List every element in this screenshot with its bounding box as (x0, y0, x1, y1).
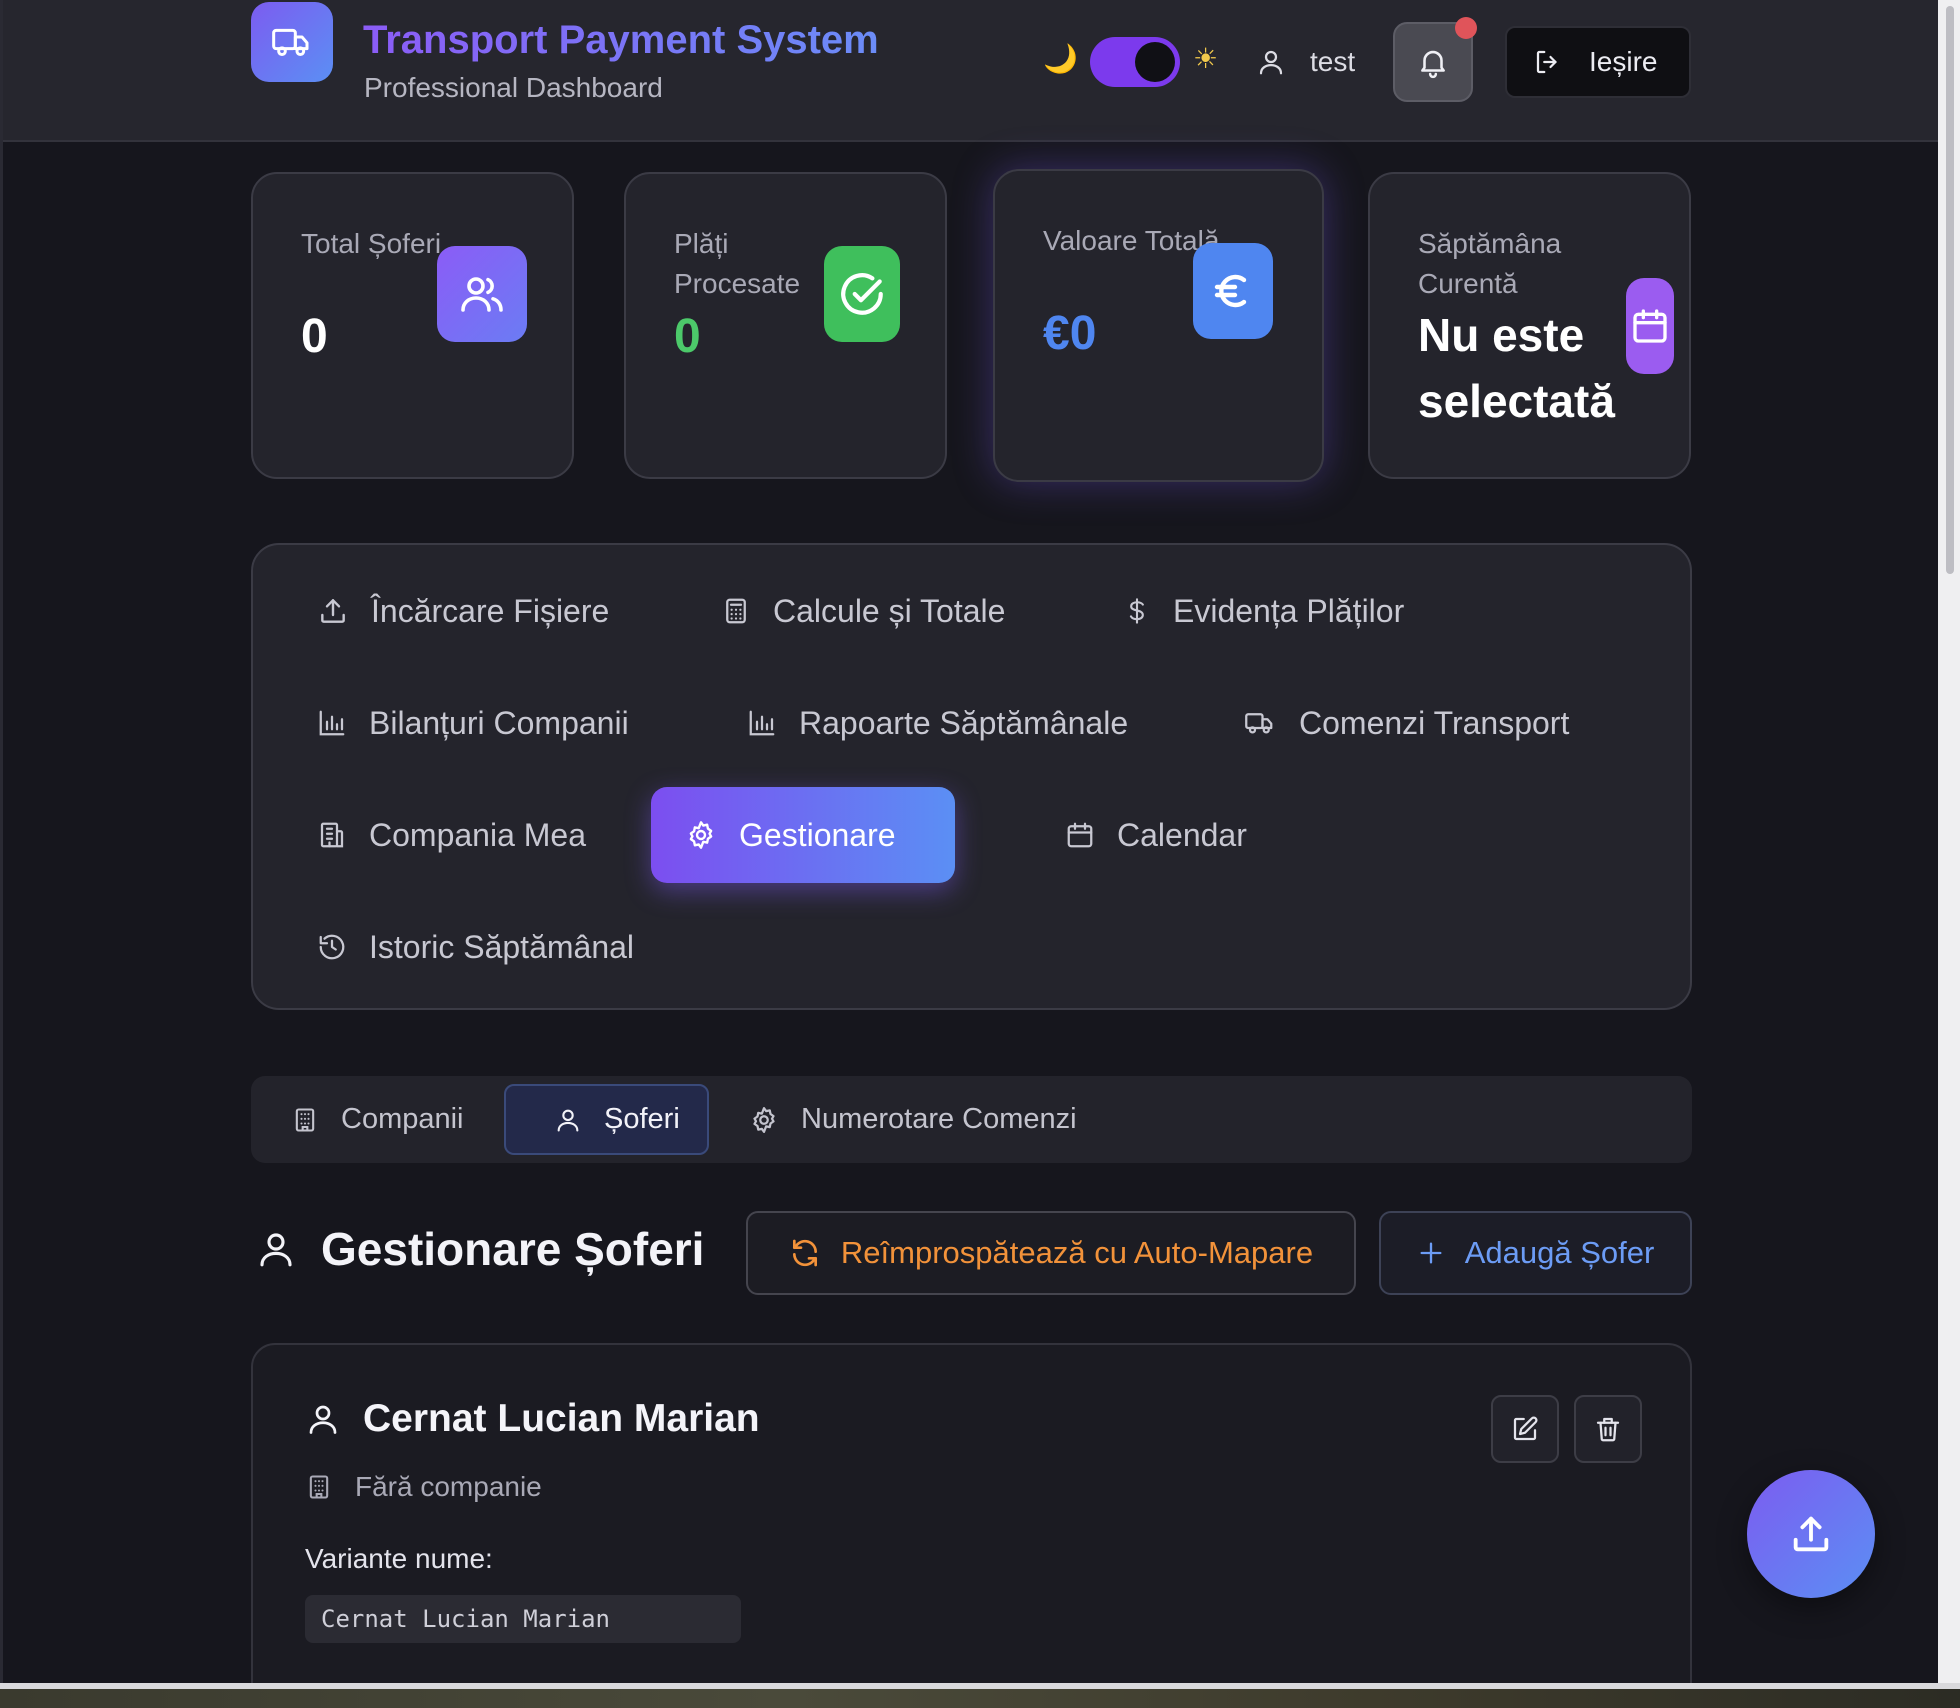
euro-icon (1193, 243, 1273, 339)
stat-label: Săptămâna Curentă (1418, 228, 1562, 299)
bar-chart-icon (749, 710, 775, 736)
variants-label: Variante nume: (305, 1543, 493, 1574)
tab-label: Șoferi (604, 1103, 680, 1135)
notification-badge (1455, 17, 1477, 39)
nav-item-company-balances[interactable]: Bilanțuri Companii (283, 675, 663, 771)
calendar-icon (1626, 278, 1674, 374)
app-window: Transport Payment System Professional Da… (0, 0, 1938, 1683)
logout-label: Ieșire (1589, 46, 1658, 77)
plus-icon (1420, 1242, 1442, 1264)
truck-logo-icon (251, 2, 333, 82)
username-label: test (1310, 46, 1356, 77)
stat-card-total-value: Valoare Totală €0 (993, 169, 1324, 482)
nav-item-calendar[interactable]: Calendar (1031, 787, 1281, 883)
theme-toggle[interactable] (1090, 37, 1180, 87)
upload-fab-button[interactable] (1747, 1470, 1875, 1598)
nav-item-my-company[interactable]: Compania Mea (283, 787, 620, 883)
sun-icon: ☀ (1193, 43, 1219, 74)
edit-icon (1513, 1416, 1538, 1441)
stat-card-current-week: Săptămâna Curentă Nu este selectată (1368, 172, 1691, 479)
refresh-icon (792, 1239, 817, 1267)
users-icon (437, 246, 527, 342)
bar-chart-icon (319, 710, 345, 736)
user-icon (260, 1233, 292, 1267)
section-title-text: Gestionare Șoferi (321, 1223, 705, 1275)
driver-name-text: Cernat Lucian Marian (363, 1397, 760, 1440)
truck-icon (1245, 713, 1273, 734)
nav-label: Evidența Plăților (1173, 592, 1405, 629)
logout-icon (1536, 50, 1557, 74)
building-icon (309, 1475, 329, 1499)
stat-value: €0 (1043, 307, 1097, 360)
toggle-knob (1135, 42, 1175, 82)
building-icon (320, 822, 344, 848)
add-driver-button[interactable]: Adaugă Șofer (1379, 1211, 1692, 1295)
nav-item-management[interactable]: Gestionare (651, 787, 955, 883)
nav-label: Rapoarte Săptămânale (799, 704, 1129, 741)
calendar-icon (1067, 822, 1093, 848)
tab-drivers[interactable]: Șoferi (504, 1084, 709, 1155)
user-icon (1256, 46, 1286, 83)
user-icon (309, 1405, 337, 1434)
delete-driver-button[interactable] (1574, 1395, 1642, 1463)
nav-label: Calcule și Totale (773, 592, 1006, 629)
app-title: Transport Payment System (363, 18, 879, 62)
edit-driver-button[interactable] (1491, 1395, 1559, 1463)
history-icon (319, 934, 345, 960)
nav-item-payments[interactable]: Evidența Plăților (1089, 563, 1438, 659)
gear-icon (753, 1106, 775, 1133)
tab-label: Numerotare Comenzi (801, 1103, 1077, 1135)
name-variant-chip: Cernat Lucian Marian (305, 1595, 741, 1643)
nav-item-weekly-history[interactable]: Istoric Săptămânal (283, 899, 668, 995)
stat-card-payments: Plăți Procesate 0 (624, 172, 947, 479)
upload-icon (1793, 1516, 1829, 1552)
dollar-icon (1129, 598, 1144, 624)
nav-label: Calendar (1117, 816, 1247, 853)
stat-value: 0 (301, 310, 328, 363)
nav-label: Bilanțuri Companii (369, 704, 629, 741)
main-nav-panel: Încărcare Fișiere Calcule și Totale Evid… (251, 543, 1692, 1010)
stat-card-drivers: Total Șoferi 0 (251, 172, 574, 479)
window-bottom-edge (0, 1683, 1960, 1708)
add-label: Adaugă Șofer (1464, 1235, 1655, 1270)
refresh-label: Reîmprospătează cu Auto-Mapare (840, 1235, 1314, 1270)
trash-icon (1596, 1417, 1620, 1442)
driver-card: Cernat Lucian Marian Fără companie Varia… (251, 1343, 1692, 1683)
driver-name: Cernat Lucian Marian (305, 1397, 760, 1441)
stat-value: 0 (674, 310, 701, 363)
tab-label: Companii (341, 1103, 464, 1135)
scrollbar-thumb[interactable] (1946, 6, 1954, 574)
user-icon (557, 1109, 579, 1132)
upload-icon (321, 599, 345, 623)
nav-label: Gestionare (739, 816, 896, 853)
nav-label: Compania Mea (369, 816, 586, 853)
tab-companies[interactable]: Companii (251, 1084, 504, 1155)
building-icon (295, 1107, 315, 1132)
nav-item-transport-orders[interactable]: Comenzi Transport (1209, 675, 1603, 771)
refresh-automap-button[interactable]: Reîmprospătează cu Auto-Mapare (746, 1211, 1356, 1295)
management-tabs: Companii Șoferi Numerotare Comenzi (251, 1076, 1692, 1163)
check-circle-icon (824, 246, 900, 342)
nav-label: Istoric Săptămânal (369, 928, 635, 965)
section-title: Gestionare Șoferi (255, 1222, 704, 1276)
top-header: Transport Payment System Professional Da… (3, 0, 1938, 142)
nav-item-weekly-reports[interactable]: Rapoarte Săptămânale (713, 675, 1162, 771)
nav-item-calculations[interactable]: Calcule și Totale (687, 563, 1039, 659)
tab-order-numbering[interactable]: Numerotare Comenzi (709, 1084, 1117, 1155)
moon-icon: 🌙 (1043, 43, 1078, 74)
app-subtitle: Professional Dashboard (364, 72, 663, 103)
stat-value: Nu este selectată (1418, 309, 1615, 427)
driver-company: Fără companie (305, 1471, 542, 1503)
nav-item-upload[interactable]: Încărcare Fișiere (283, 563, 643, 659)
driver-company-text: Fără companie (355, 1471, 542, 1502)
logout-button[interactable]: Ieșire (1505, 26, 1691, 98)
gear-icon (689, 821, 713, 849)
calculator-icon (726, 598, 746, 624)
nav-label: Încărcare Fișiere (371, 592, 610, 629)
nav-label: Comenzi Transport (1299, 704, 1570, 741)
